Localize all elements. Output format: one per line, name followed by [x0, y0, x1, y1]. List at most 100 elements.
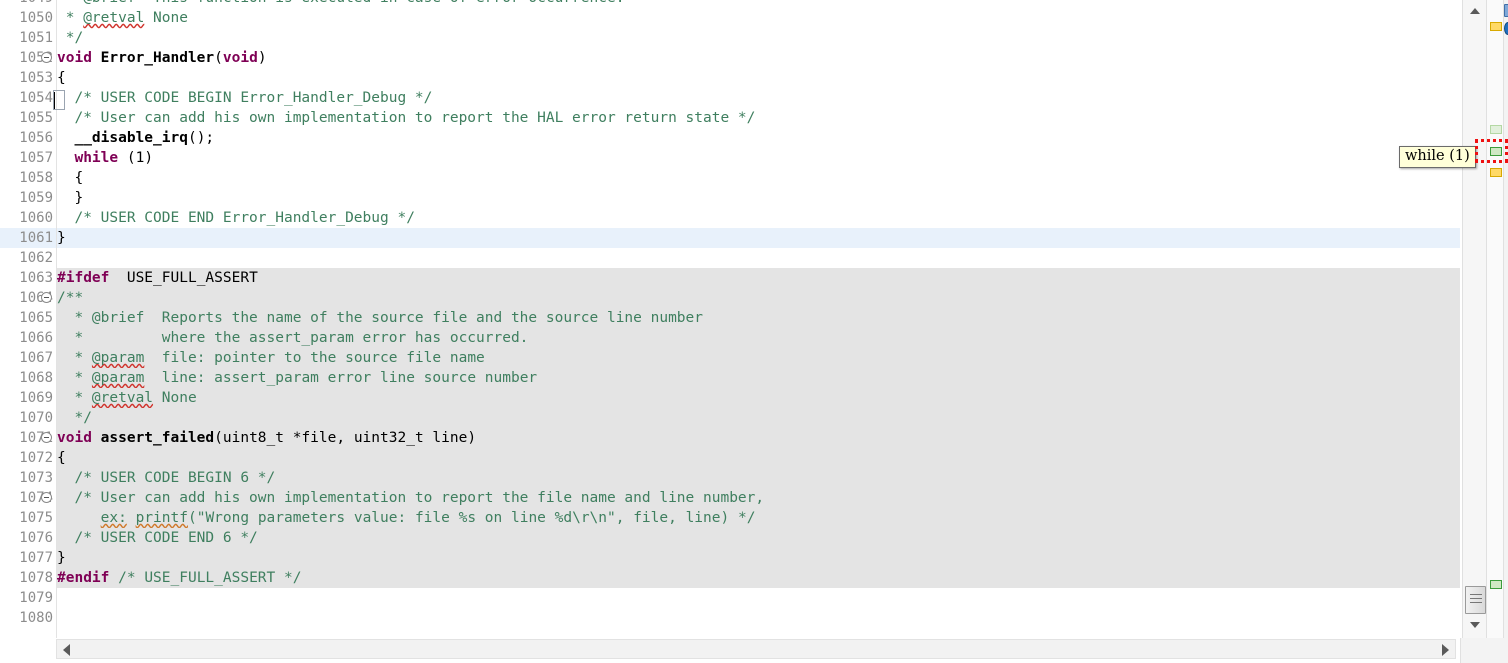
overview-ruler-marker[interactable] — [1490, 147, 1502, 156]
outline-marker-icon[interactable] — [1504, 4, 1508, 17]
horizontal-scrollbar-track[interactable] — [56, 639, 1456, 659]
code-text[interactable]: * @retval None — [57, 8, 1460, 28]
horizontal-scrollbar[interactable] — [0, 638, 1460, 663]
overview-ruler-marker[interactable] — [1490, 22, 1502, 31]
collapse-fold-icon[interactable] — [41, 432, 52, 443]
fold-column[interactable] — [41, 608, 55, 628]
fold-column[interactable] — [41, 128, 55, 148]
code-text[interactable]: { — [57, 68, 1460, 88]
code-line[interactable]: 1065 * @brief Reports the name of the so… — [0, 308, 1460, 328]
fold-column[interactable] — [41, 508, 55, 528]
overview-ruler-marker[interactable] — [1490, 168, 1502, 177]
code-line[interactable]: 1052 void Error_Handler(void) — [0, 48, 1460, 68]
code-text[interactable]: /* USER CODE END 6 */ — [57, 528, 1460, 548]
fold-column[interactable] — [41, 488, 55, 508]
code-text[interactable]: while (1) — [57, 148, 1460, 168]
code-line[interactable]: 1056 __disable_irq(); — [0, 128, 1460, 148]
fold-column[interactable] — [41, 228, 55, 248]
scroll-left-arrow-icon[interactable] — [63, 644, 70, 656]
code-text[interactable]: { — [57, 448, 1460, 468]
code-lines-container[interactable]: 1049 * @brief This function is executed … — [0, 0, 1460, 628]
code-line[interactable]: 1076 /* USER CODE END 6 */ — [0, 528, 1460, 548]
code-line[interactable]: 1054 /* USER CODE BEGIN Error_Handler_De… — [0, 88, 1460, 108]
code-text[interactable] — [57, 248, 1460, 268]
fold-column[interactable] — [41, 588, 55, 608]
code-line[interactable]: 1079 — [0, 588, 1460, 608]
fold-column[interactable] — [41, 528, 55, 548]
code-text[interactable]: * @param file: pointer to the source fil… — [57, 348, 1460, 368]
code-line[interactable]: 1064/** — [0, 288, 1460, 308]
code-line[interactable]: 1063 #ifdef USE_FULL_ASSERT — [0, 268, 1460, 288]
code-text[interactable]: * @brief Reports the name of the source … — [57, 308, 1460, 328]
code-text[interactable]: */ — [57, 408, 1460, 428]
bookmark-marker-icon[interactable] — [1504, 22, 1508, 35]
code-text[interactable]: void Error_Handler(void) — [57, 48, 1460, 68]
fold-column[interactable] — [41, 428, 55, 448]
code-line[interactable]: 1049 * @brief This function is executed … — [0, 0, 1460, 8]
code-text[interactable]: } — [57, 548, 1460, 568]
collapse-fold-icon[interactable] — [41, 292, 52, 303]
code-line[interactable]: 1080 — [0, 608, 1460, 628]
code-text[interactable]: ex: printf("Wrong parameters value: file… — [57, 508, 1460, 528]
overview-ruler[interactable] — [1486, 0, 1504, 638]
code-text[interactable]: /* USER CODE BEGIN 6 */ — [57, 468, 1460, 488]
code-text[interactable]: #ifdef USE_FULL_ASSERT — [57, 268, 1460, 288]
code-line[interactable]: 1071 void assert_failed(uint8_t *file, ui… — [0, 428, 1460, 448]
fold-column[interactable] — [41, 388, 55, 408]
fold-column[interactable] — [41, 348, 55, 368]
code-line[interactable]: 1059 } — [0, 188, 1460, 208]
fold-column[interactable] — [41, 548, 55, 568]
code-line[interactable]: 1057 while (1) — [0, 148, 1460, 168]
code-text[interactable]: void assert_failed(uint8_t *file, uint32… — [57, 428, 1460, 448]
fold-column[interactable] — [41, 168, 55, 188]
code-text[interactable]: * @brief This function is executed in ca… — [57, 0, 1460, 8]
fold-column[interactable] — [41, 148, 55, 168]
code-line[interactable]: 1066 * where the assert_param error has … — [0, 328, 1460, 348]
code-line[interactable]: 1068 * @param line: assert_param error l… — [0, 368, 1460, 388]
code-line[interactable]: 1069 * @retval None — [0, 388, 1460, 408]
code-text[interactable]: /* User can add his own implementation t… — [57, 488, 1460, 508]
code-line[interactable]: 1055 /* User can add his own implementat… — [0, 108, 1460, 128]
overview-ruler-marker[interactable] — [1490, 125, 1502, 134]
fold-column[interactable] — [41, 8, 55, 28]
code-text[interactable]: { — [57, 168, 1460, 188]
code-text[interactable]: /* USER CODE BEGIN Error_Handler_Debug *… — [57, 88, 1460, 108]
code-text[interactable]: */ — [57, 28, 1460, 48]
code-line[interactable]: 1073 /* USER CODE BEGIN 6 */ — [0, 468, 1460, 488]
code-text[interactable]: * @retval None — [57, 388, 1460, 408]
fold-column[interactable] — [41, 448, 55, 468]
code-text[interactable]: /* User can add his own implementation t… — [57, 108, 1460, 128]
fold-column[interactable] — [41, 308, 55, 328]
collapse-fold-icon[interactable] — [41, 52, 52, 63]
fold-column[interactable] — [41, 568, 55, 588]
code-line[interactable]: 1061} — [0, 228, 1460, 248]
fold-column[interactable] — [41, 0, 55, 8]
fold-column[interactable] — [41, 48, 55, 68]
code-text[interactable]: /* USER CODE END Error_Handler_Debug */ — [57, 208, 1460, 228]
code-line[interactable]: 1053{ — [0, 68, 1460, 88]
code-text[interactable]: } — [57, 228, 1460, 248]
vertical-scrollbar[interactable] — [1462, 0, 1486, 638]
code-text[interactable]: __disable_irq(); — [57, 128, 1460, 148]
code-line[interactable]: 1067 * @param file: pointer to the sourc… — [0, 348, 1460, 368]
fold-column[interactable] — [41, 268, 55, 288]
fold-column[interactable] — [41, 408, 55, 428]
code-line[interactable]: 1077} — [0, 548, 1460, 568]
code-line[interactable]: 1070 */ — [0, 408, 1460, 428]
code-text[interactable]: /** — [57, 288, 1460, 308]
code-line[interactable]: 1075 ex: printf("Wrong parameters value:… — [0, 508, 1460, 528]
code-line[interactable]: 1072{ — [0, 448, 1460, 468]
fold-column[interactable] — [41, 468, 55, 488]
code-line[interactable]: 1051 */ — [0, 28, 1460, 48]
fold-column[interactable] — [41, 88, 55, 108]
code-text[interactable]: #endif /* USE_FULL_ASSERT */ — [57, 568, 1460, 588]
fold-column[interactable] — [41, 208, 55, 228]
scroll-up-arrow-button[interactable] — [1463, 2, 1487, 20]
scroll-right-arrow-icon[interactable] — [1442, 644, 1449, 656]
source-editor[interactable]: 1049 * @brief This function is executed … — [0, 0, 1460, 638]
code-line[interactable]: 1060 /* USER CODE END Error_Handler_Debu… — [0, 208, 1460, 228]
fold-column[interactable] — [41, 68, 55, 88]
code-line[interactable]: 1050 * @retval None — [0, 8, 1460, 28]
fold-column[interactable] — [41, 108, 55, 128]
code-text[interactable]: } — [57, 188, 1460, 208]
